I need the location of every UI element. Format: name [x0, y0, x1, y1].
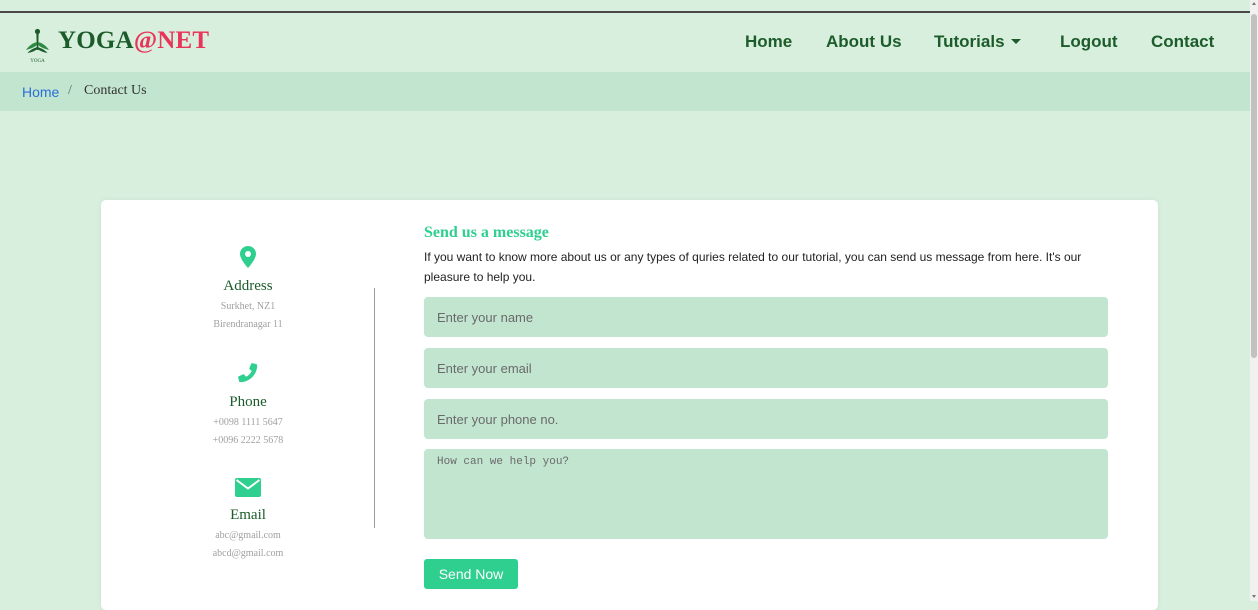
yoga-pose-icon: YOGA — [26, 28, 49, 64]
logo-icon-caption: YOGA — [30, 59, 45, 64]
email-info: Email abc@gmail.com abcd@gmail.com — [181, 478, 315, 563]
logo-text: YOGA@NET — [58, 27, 209, 55]
nav-about-link[interactable]: About Us — [826, 32, 902, 52]
contact-card: Address Surkhet, NZ1 Birendranagar 11 Ph… — [101, 200, 1158, 610]
breadcrumb: Home / Contact Us — [0, 72, 1250, 111]
scroll-up-arrow-icon[interactable] — [1252, 2, 1256, 5]
site-logo[interactable]: YOGA YOGA@NET — [24, 27, 224, 64]
navbar: YOGA YOGA@NET Home About Us Tutorials Lo… — [0, 13, 1250, 72]
email-line-1: abc@gmail.com — [215, 530, 281, 541]
envelope-icon — [235, 478, 261, 497]
breadcrumb-home-link[interactable]: Home — [22, 84, 59, 100]
message-textarea[interactable] — [424, 449, 1108, 539]
phone-line-2: +0096 2222 5678 — [212, 435, 284, 446]
email-line-2: abcd@gmail.com — [212, 548, 284, 559]
phone-icon — [238, 363, 258, 383]
map-pin-icon — [240, 246, 256, 268]
phone-info: Phone +0098 1111 5647 +0096 2222 5678 — [181, 362, 315, 450]
phone-title: Phone — [229, 394, 267, 410]
form-description: If you want to know more about us or any… — [424, 250, 1082, 284]
nav-contact-link[interactable]: Contact — [1151, 32, 1214, 52]
breadcrumb-current: Contact Us — [84, 83, 147, 98]
form-title: Send us a message — [424, 224, 549, 241]
nav-home-link[interactable]: Home — [745, 32, 792, 52]
nav-logout-link[interactable]: Logout — [1060, 32, 1118, 52]
email-input[interactable] — [424, 348, 1108, 388]
phone-line-1: +0098 1111 5647 — [213, 417, 283, 428]
email-title: Email — [230, 507, 266, 523]
breadcrumb-separator: / — [68, 83, 72, 98]
page-scrollbar[interactable] — [1250, 0, 1258, 601]
caret-down-icon — [1010, 39, 1021, 45]
name-input[interactable] — [424, 297, 1108, 337]
phone-input[interactable] — [424, 399, 1108, 439]
address-line-2: Birendranagar 11 — [213, 319, 283, 330]
nav-tutorials-label: Tutorials — [934, 32, 1005, 51]
logo-text-at: @NET — [133, 27, 210, 54]
scrollbar-thumb[interactable] — [1251, 14, 1257, 358]
send-now-button[interactable]: Send Now — [424, 559, 518, 589]
nav-tutorials-dropdown[interactable]: Tutorials — [934, 32, 1021, 52]
address-info: Address Surkhet, NZ1 Birendranagar 11 — [181, 246, 315, 334]
logo-text-main: YOGA — [58, 27, 134, 54]
address-line-1: Surkhet, NZ1 — [220, 301, 276, 312]
scroll-down-arrow-icon[interactable] — [1252, 595, 1256, 598]
vertical-divider — [374, 288, 375, 528]
address-title: Address — [223, 278, 273, 294]
